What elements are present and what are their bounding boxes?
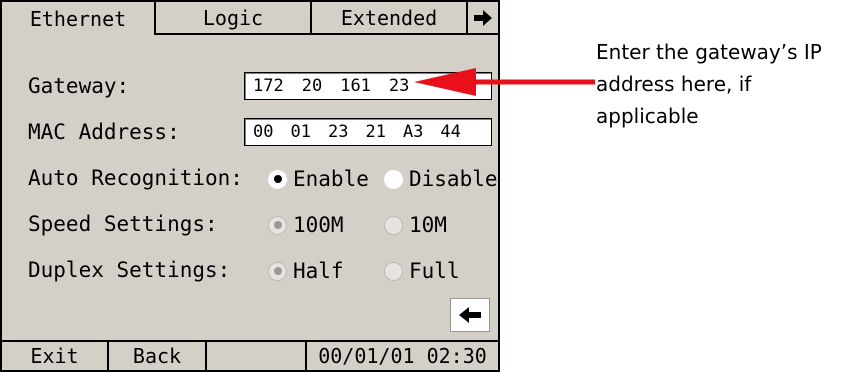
radio-empty-icon bbox=[384, 261, 403, 281]
right-arrow-icon bbox=[474, 9, 492, 26]
datetime-display: 00/01/01 02:30 bbox=[318, 344, 487, 368]
tab-logic[interactable]: Logic bbox=[156, 2, 312, 35]
exit-button[interactable]: Exit bbox=[2, 342, 109, 370]
auto-disable-label: Disable bbox=[409, 167, 498, 191]
mac-byte-5: A3 bbox=[402, 122, 424, 142]
duplex-full-radio[interactable]: Full bbox=[384, 259, 460, 283]
mac-byte-4: 21 bbox=[365, 122, 386, 142]
radio-selected-icon bbox=[268, 261, 287, 281]
tab-extended[interactable]: Extended bbox=[312, 2, 468, 35]
gateway-octet-3: 161 bbox=[340, 76, 371, 96]
gateway-octet-4: 23 bbox=[388, 76, 410, 96]
status-bar: Exit Back 00/01/01 02:30 bbox=[2, 340, 498, 370]
mac-byte-3: 23 bbox=[327, 122, 349, 142]
red-arrow-icon bbox=[414, 68, 595, 96]
back-arrow-button[interactable] bbox=[450, 298, 490, 332]
auto-disable-radio[interactable]: Disable bbox=[384, 167, 498, 191]
radio-empty-icon bbox=[384, 169, 403, 189]
mac-byte-2: 01 bbox=[290, 122, 311, 142]
tab-ethernet[interactable]: Ethernet bbox=[2, 2, 156, 35]
speed-10m-radio[interactable]: 10M bbox=[384, 213, 447, 237]
speed-settings-label: Speed Settings: bbox=[28, 212, 218, 236]
duplex-settings-label: Duplex Settings: bbox=[28, 258, 231, 282]
annotation-callout: Enter the gateway’s IP address here, if … bbox=[596, 40, 822, 128]
mac-byte-1: 00 bbox=[253, 122, 274, 142]
duplex-full-label: Full bbox=[409, 259, 460, 283]
left-arrow-icon bbox=[459, 307, 481, 323]
mac-byte-6: 44 bbox=[440, 122, 461, 142]
radio-selected-icon bbox=[268, 169, 287, 189]
duplex-half-radio[interactable]: Half bbox=[268, 259, 344, 283]
auto-enable-label: Enable bbox=[293, 167, 369, 191]
tab-next-button[interactable] bbox=[468, 2, 498, 35]
speed-10m-label: 10M bbox=[409, 213, 447, 237]
radio-empty-icon bbox=[384, 215, 403, 235]
speed-100m-radio[interactable]: 100M bbox=[268, 213, 344, 237]
gateway-label: Gateway: bbox=[28, 74, 130, 98]
mac-address-input[interactable]: 00 01 23 21 A3 44 bbox=[244, 118, 492, 146]
speed-100m-label: 100M bbox=[293, 213, 344, 237]
gateway-octet-2: 20 bbox=[301, 76, 323, 96]
device-screen: Ethernet Logic Extended Gateway: 172 20 … bbox=[0, 0, 500, 372]
back-button[interactable]: Back bbox=[109, 342, 207, 370]
radio-selected-icon bbox=[268, 215, 287, 235]
duplex-half-label: Half bbox=[293, 259, 344, 283]
gateway-octet-1: 172 bbox=[253, 76, 284, 96]
mac-address-label: MAC Address: bbox=[28, 120, 180, 144]
tab-bar: Ethernet Logic Extended bbox=[2, 2, 498, 35]
status-empty-cell bbox=[207, 342, 307, 370]
auto-recognition-label: Auto Recognition: bbox=[28, 166, 243, 190]
auto-enable-radio[interactable]: Enable bbox=[268, 167, 369, 191]
